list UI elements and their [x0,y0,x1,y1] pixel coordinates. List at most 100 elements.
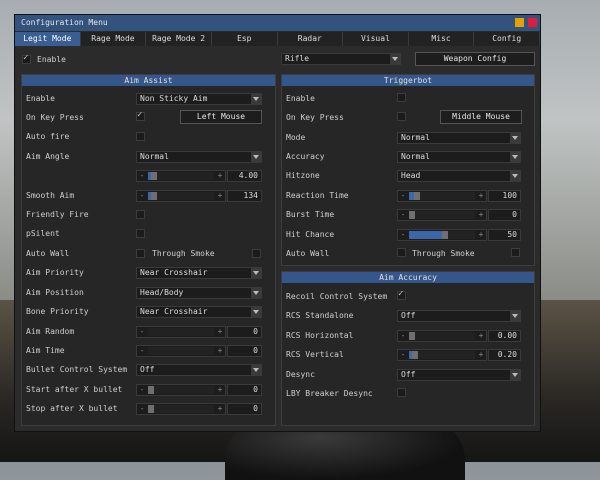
tb-hit-chance-label: Hit Chance [286,230,335,239]
aa-aim-priority-label: Aim Priority [26,268,84,277]
tb-hit-chance-value[interactable]: 50 [488,229,521,241]
aa-smooth-aim-label: Smooth Aim [26,191,75,200]
aa-smooth-aim-slider[interactable]: - + [136,190,226,202]
tb-mode-label: Mode [286,133,306,142]
tab-rage-mode[interactable]: Rage Mode [80,32,147,46]
aa-start-after-value[interactable]: 0 [227,384,262,396]
tab-radar[interactable]: Radar [277,32,344,46]
aa-smooth-aim-value[interactable]: 134 [227,190,262,202]
tb-mode-value: Normal [401,133,430,142]
aa-key-button[interactable]: Left Mouse [180,110,262,124]
slider-thumb[interactable] [442,231,448,239]
tb-auto-wall-checkbox[interactable] [397,248,406,257]
aa-auto-wall-label: Auto Wall [26,249,70,258]
aa-through-smoke-checkbox[interactable] [252,249,261,258]
aa-enable-value: Non Sticky Aim [140,94,208,103]
acc-desync-label: Desync [286,370,315,379]
tb-through-smoke-checkbox[interactable] [511,248,520,257]
aa-aim-angle-dropdown[interactable]: Normal [136,151,262,163]
slider-thumb[interactable] [412,351,418,359]
acc-desync-dropdown[interactable]: Off [397,369,521,381]
enable-checkbox[interactable] [22,53,31,64]
tab-misc[interactable]: Misc [408,32,475,46]
aa-aim-time-value[interactable]: 0 [227,345,262,357]
tb-reaction-time-value[interactable]: 100 [488,190,521,202]
slider-thumb[interactable] [414,192,420,200]
acc-rcs-vertical-value[interactable]: 0.20 [488,349,521,361]
tb-mode-dropdown[interactable]: Normal [397,132,521,144]
chevron-down-icon [251,268,261,278]
acc-lby-breaker-checkbox[interactable] [397,388,406,397]
aa-stop-after-slider[interactable]: - + [136,403,226,415]
aa-on-key-press-checkbox[interactable] [136,110,145,121]
aa-enable-label: Enable [26,94,55,103]
aa-aim-random-value[interactable]: 0 [227,326,262,338]
tb-burst-time-slider[interactable]: - + [397,209,487,221]
slider-thumb[interactable] [409,332,415,340]
aa-bullet-control-value: Off [140,365,155,374]
tb-accuracy-dropdown[interactable]: Normal [397,151,521,163]
acc-rcs-horizontal-slider[interactable]: - + [397,330,487,342]
aa-start-after-slider[interactable]: - + [136,384,226,396]
slider-thumb[interactable] [409,211,415,219]
tb-burst-time-label: Burst Time [286,210,335,219]
close-button[interactable] [528,18,537,27]
tab-visual[interactable]: Visual [343,32,409,46]
acc-rcs-checkbox[interactable] [397,289,406,300]
chevron-down-icon [251,152,261,162]
aa-aim-priority-value: Near Crosshair [140,268,208,277]
aa-aim-time-slider[interactable]: - + [136,345,226,357]
aa-aim-random-slider[interactable]: - + [136,326,226,338]
aa-bullet-control-label: Bullet Control System [26,365,128,374]
tab-legit-mode[interactable]: Legit Mode [15,32,81,46]
aa-auto-wall-checkbox[interactable] [136,249,145,258]
acc-desync-value: Off [401,370,416,379]
slider-thumb[interactable] [148,386,154,394]
title-bar[interactable]: Configuration Menu [15,15,540,31]
aa-aim-angle-value-box[interactable]: 4.00 [227,170,262,182]
acc-rcs-standalone-label: RCS Standalone [286,311,354,320]
acc-rcs-vertical-slider[interactable]: - + [397,349,487,361]
aa-bullet-control-dropdown[interactable]: Off [136,364,262,376]
aa-auto-fire-label: Auto fire [26,132,70,141]
aa-aim-angle-slider[interactable]: - + [136,170,226,182]
tab-esp[interactable]: Esp [211,32,278,46]
acc-rcs-horizontal-value[interactable]: 0.00 [488,330,521,342]
tb-key-button[interactable]: Middle Mouse [440,110,522,124]
aa-friendly-fire-checkbox[interactable] [136,210,145,219]
slider-thumb[interactable] [151,192,157,200]
slider-thumb[interactable] [151,172,157,180]
tb-through-smoke-label: Through Smoke [412,249,475,258]
tb-on-key-press-checkbox[interactable] [397,112,406,121]
weapon-config-button[interactable]: Weapon Config [415,52,535,66]
aa-bone-priority-value: Near Crosshair [140,307,208,316]
aa-aim-position-label: Aim Position [26,288,84,297]
aa-auto-fire-checkbox[interactable] [136,132,145,141]
aa-psilent-checkbox[interactable] [136,229,145,238]
tb-enable-checkbox[interactable] [397,93,406,102]
aa-aim-angle-value: Normal [140,152,169,161]
weapon-dropdown[interactable]: Rifle [281,53,401,65]
tb-enable-label: Enable [286,94,315,103]
tb-hit-chance-slider[interactable]: - + [397,229,487,241]
tab-bar: Legit Mode Rage Mode Rage Mode 2 Esp Rad… [15,32,540,46]
aa-aim-time-label: Aim Time [26,346,65,355]
tab-rage-mode-2[interactable]: Rage Mode 2 [146,32,212,46]
aa-bone-priority-label: Bone Priority [26,307,89,316]
tb-burst-time-value[interactable]: 0 [488,209,521,221]
aa-aim-position-dropdown[interactable]: Head/Body [136,287,262,299]
tab-config[interactable]: Config [474,32,540,46]
minimize-button[interactable] [515,18,524,27]
aa-stop-after-value[interactable]: 0 [227,403,262,415]
acc-rcs-standalone-dropdown[interactable]: Off [397,310,521,322]
aa-enable-dropdown[interactable]: Non Sticky Aim [136,93,262,105]
aa-bone-priority-dropdown[interactable]: Near Crosshair [136,306,262,318]
aa-aim-priority-dropdown[interactable]: Near Crosshair [136,267,262,279]
tb-reaction-time-slider[interactable]: - + [397,190,487,202]
acc-rcs-horizontal-label: RCS Horizontal [286,331,354,340]
slider-thumb[interactable] [148,405,154,413]
aa-friendly-fire-label: Friendly Fire [26,210,89,219]
chevron-down-icon [510,370,520,380]
tb-reaction-time-label: Reaction Time [286,191,349,200]
tb-hitzone-dropdown[interactable]: Head [397,170,521,182]
